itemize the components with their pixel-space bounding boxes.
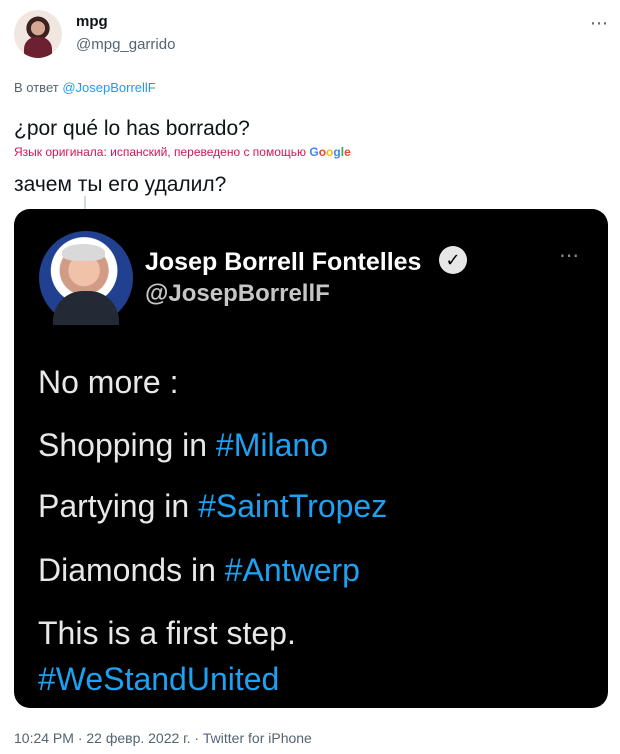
embedded-line-5: This is a first step. [38,615,296,652]
author-name[interactable]: mpg [76,13,108,30]
google-logo-g1: G [309,145,319,159]
hashtag-saint-tropez: #SaintTropez [198,488,388,524]
hashtag-antwerp: #Antwerp [224,552,360,588]
translation-note: Язык оригинала: испанский, переведено с … [14,145,351,159]
google-logo-e: e [344,145,351,159]
author-handle[interactable]: @mpg_garrido [76,36,175,53]
tweet-metadata[interactable]: 10:24 PM · 22 февр. 2022 г. · Twitter fo… [14,730,312,746]
embedded-line-4-text: Diamonds in [38,552,225,588]
google-logo-o1: o [318,145,327,159]
more-options-icon[interactable]: ⋯ [590,13,608,34]
hashtag-milano: #Milano [215,427,328,463]
embedded-avatar [39,231,133,325]
embedded-line-2: Shopping in #Milano [38,427,328,464]
embedded-line-6: #WeStandUnited [38,661,279,698]
embedded-author-name: Josep Borrell Fontelles [145,248,422,276]
translated-text: зачем ты его удалил? [14,173,227,196]
embedded-more-icon: ⋯ [559,245,579,267]
embedded-line-2-text: Shopping in [38,427,216,463]
reply-context: В ответ @JosepBorrellF [14,80,156,95]
google-logo: Google [309,145,350,159]
google-logo-g2: g [333,145,341,159]
embedded-line-4: Diamonds in #Antwerp [38,552,360,589]
embedded-author-handle: @JosepBorrellF [145,280,330,307]
tweet-text: ¿por qué lo has borrado? [14,117,250,140]
embedded-tweet-image[interactable]: Josep Borrell Fontelles ✓ @JosepBorrellF… [14,209,608,708]
embedded-line-5-text: This is a first step. [38,615,296,651]
translation-note-text: Язык оригинала: испанский, переведено с … [14,145,307,159]
embedded-line-1-text: No more : [38,364,179,400]
reply-to-link[interactable]: @JosepBorrellF [62,80,155,95]
thread-line [84,196,86,210]
avatar[interactable] [14,10,62,58]
embedded-line-3-text: Partying in [38,488,199,524]
embedded-line-1: No more : [38,364,178,401]
embedded-line-3: Partying in #SaintTropez [38,488,387,525]
verified-icon: ✓ [439,246,467,274]
reply-prefix: В ответ [14,80,59,95]
hashtag-we-stand-united: #WeStandUnited [38,661,280,697]
